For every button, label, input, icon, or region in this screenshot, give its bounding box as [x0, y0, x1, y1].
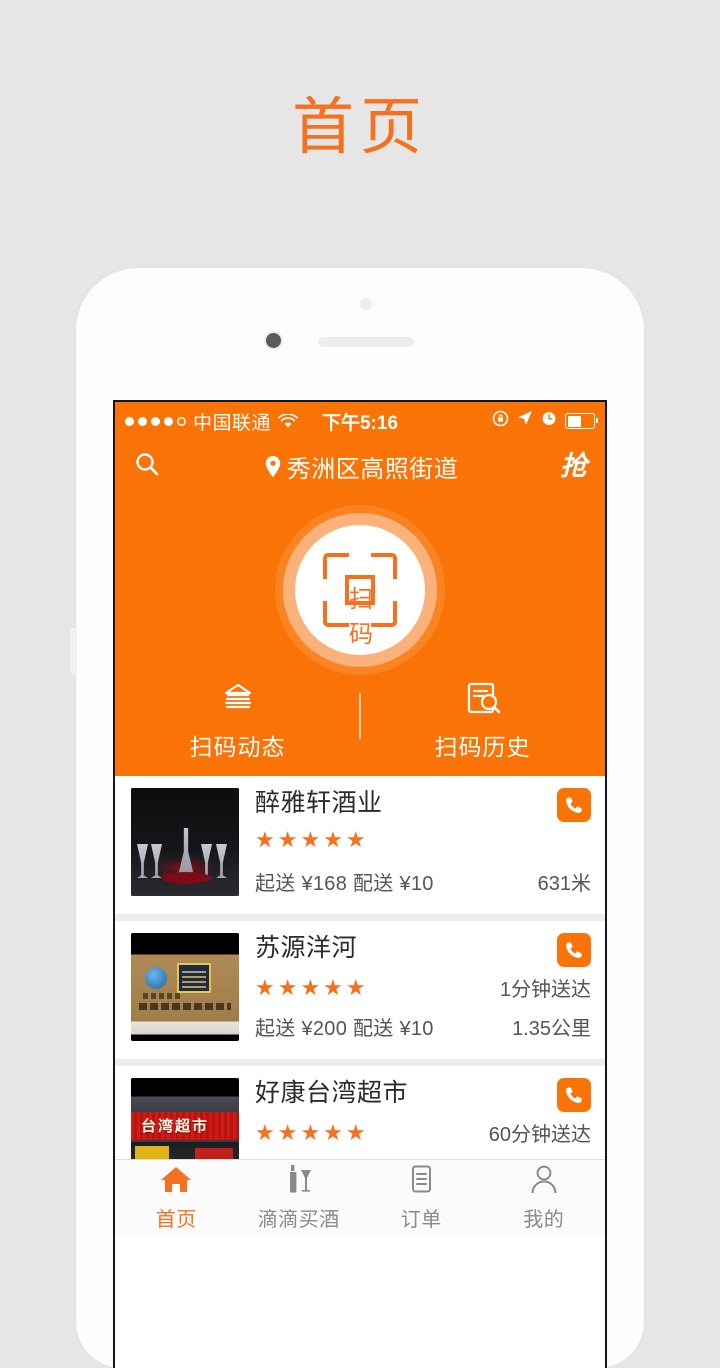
shop-name: 好康台湾超市 [255, 1079, 409, 1107]
phone-icon[interactable] [557, 933, 591, 967]
shop-thumbnail-sign-text: 台湾超市 [141, 1118, 210, 1135]
status-bar: 中国联通 下午5:16 [115, 402, 605, 440]
rating-stars: ★★★★★ [255, 1119, 369, 1145]
status-bar-right [492, 410, 598, 433]
nav-bar: 秀洲区高照街道 抢 [115, 440, 605, 493]
volume-button [70, 628, 77, 674]
shop-list[interactable]: 醉雅轩酒业 ★★★★★ 起送 ¥168 配送 ¥10 631米 苏源洋河 ★★★… [115, 776, 605, 1236]
rating-stars: ★★★★★ [255, 974, 369, 1000]
shop-thumbnail [131, 933, 239, 1041]
location-arrow-icon [517, 410, 533, 432]
battery-icon [565, 413, 598, 429]
scan-ring-mid: 扫码 [283, 513, 437, 667]
location-pin-icon [263, 455, 283, 479]
scan-hero-section: 扫码 扫码动态 扫码历史 [115, 493, 605, 776]
wifi-icon [278, 413, 298, 429]
phone-device-frame: 中国联通 下午5:16 秀洲区高照街道 抢 扫码 扫码动态 扫码历史 醉雅轩酒业… [70, 268, 644, 1368]
phone-icon[interactable] [557, 1078, 591, 1112]
wine-bottle-glass-icon [282, 1164, 316, 1199]
phone-icon[interactable] [557, 788, 591, 822]
hero-divider [359, 693, 361, 739]
earpiece-speaker [318, 337, 414, 347]
shop-name: 苏源洋河 [255, 934, 358, 962]
rotation-lock-icon [492, 410, 509, 433]
scan-ring-outer: 扫码 [275, 505, 445, 675]
tab-profile[interactable]: 我的 [483, 1164, 606, 1232]
phone-screen: 中国联通 下午5:16 秀洲区高照街道 抢 扫码 扫码动态 扫码历史 醉雅轩酒业… [113, 400, 607, 1368]
scan-history-icon [463, 681, 503, 720]
tab-profile-label: 我的 [523, 1209, 565, 1231]
home-icon [159, 1164, 193, 1199]
tab-buy-liquor-label: 滴滴买酒 [257, 1209, 340, 1231]
rating-stars: ★★★★★ [255, 827, 369, 852]
front-camera-icon [360, 298, 372, 310]
shop-info: 苏源洋河 ★★★★★ 1分钟送达 起送 ¥200 配送 ¥10 1.35公里 [239, 933, 591, 1041]
list-item[interactable]: 醉雅轩酒业 ★★★★★ 起送 ¥168 配送 ¥10 631米 [115, 776, 605, 914]
search-icon[interactable] [133, 450, 161, 483]
scan-history-button[interactable]: 扫码历史 [360, 681, 605, 762]
location-selector[interactable]: 秀洲区高照街道 [161, 449, 560, 484]
grab-deal-button[interactable]: 抢 [560, 453, 587, 480]
shop-thumbnail [131, 788, 239, 896]
signal-strength-icon [125, 416, 186, 426]
scan-frame-icon: 扫码 [323, 553, 397, 648]
delivery-fee-text: 起送 ¥200 配送 ¥10 [255, 1018, 434, 1040]
tab-orders[interactable]: 订单 [360, 1164, 483, 1232]
page-title: 首页 [291, 93, 428, 162]
order-clipboard-icon [404, 1164, 438, 1199]
tab-orders-label: 订单 [400, 1209, 442, 1231]
hero-action-row: 扫码动态 扫码历史 [115, 675, 605, 776]
delivery-time: 1分钟送达 [499, 979, 591, 1001]
list-item[interactable]: 苏源洋河 ★★★★★ 1分钟送达 起送 ¥200 配送 ¥10 1.35公里 [115, 921, 605, 1059]
scan-dynamics-label: 扫码动态 [189, 734, 286, 760]
carrier-label: 中国联通 [193, 412, 272, 434]
scan-button-wrapper: 扫码 [115, 505, 605, 675]
scan-history-label: 扫码历史 [434, 734, 531, 760]
status-bar-left: 中国联通 [125, 408, 298, 435]
proximity-sensor-icon [266, 333, 281, 348]
delivery-fee-text: 起送 ¥168 配送 ¥10 [255, 873, 434, 895]
scan-button-label: 扫码 [345, 575, 375, 648]
alarm-clock-icon [541, 410, 557, 432]
person-icon [527, 1164, 561, 1199]
shop-name: 醉雅轩酒业 [255, 789, 383, 817]
scan-dynamics-icon [218, 681, 258, 720]
shop-info: 醉雅轩酒业 ★★★★★ 起送 ¥168 配送 ¥10 631米 [239, 788, 591, 896]
tab-home[interactable]: 首页 [115, 1164, 238, 1232]
delivery-time: 60分钟送达 [488, 1124, 591, 1146]
scan-dynamics-button[interactable]: 扫码动态 [115, 681, 360, 762]
bottom-tab-bar: 首页 滴滴买酒 订单 我的 [115, 1159, 605, 1236]
tab-buy-liquor[interactable]: 滴滴买酒 [238, 1164, 361, 1232]
tab-home-label: 首页 [155, 1209, 197, 1231]
shop-distance: 1.35公里 [512, 1018, 591, 1040]
shop-distance: 631米 [537, 873, 591, 895]
location-label: 秀洲区高照街道 [286, 456, 459, 483]
scan-button[interactable]: 扫码 [295, 525, 425, 655]
